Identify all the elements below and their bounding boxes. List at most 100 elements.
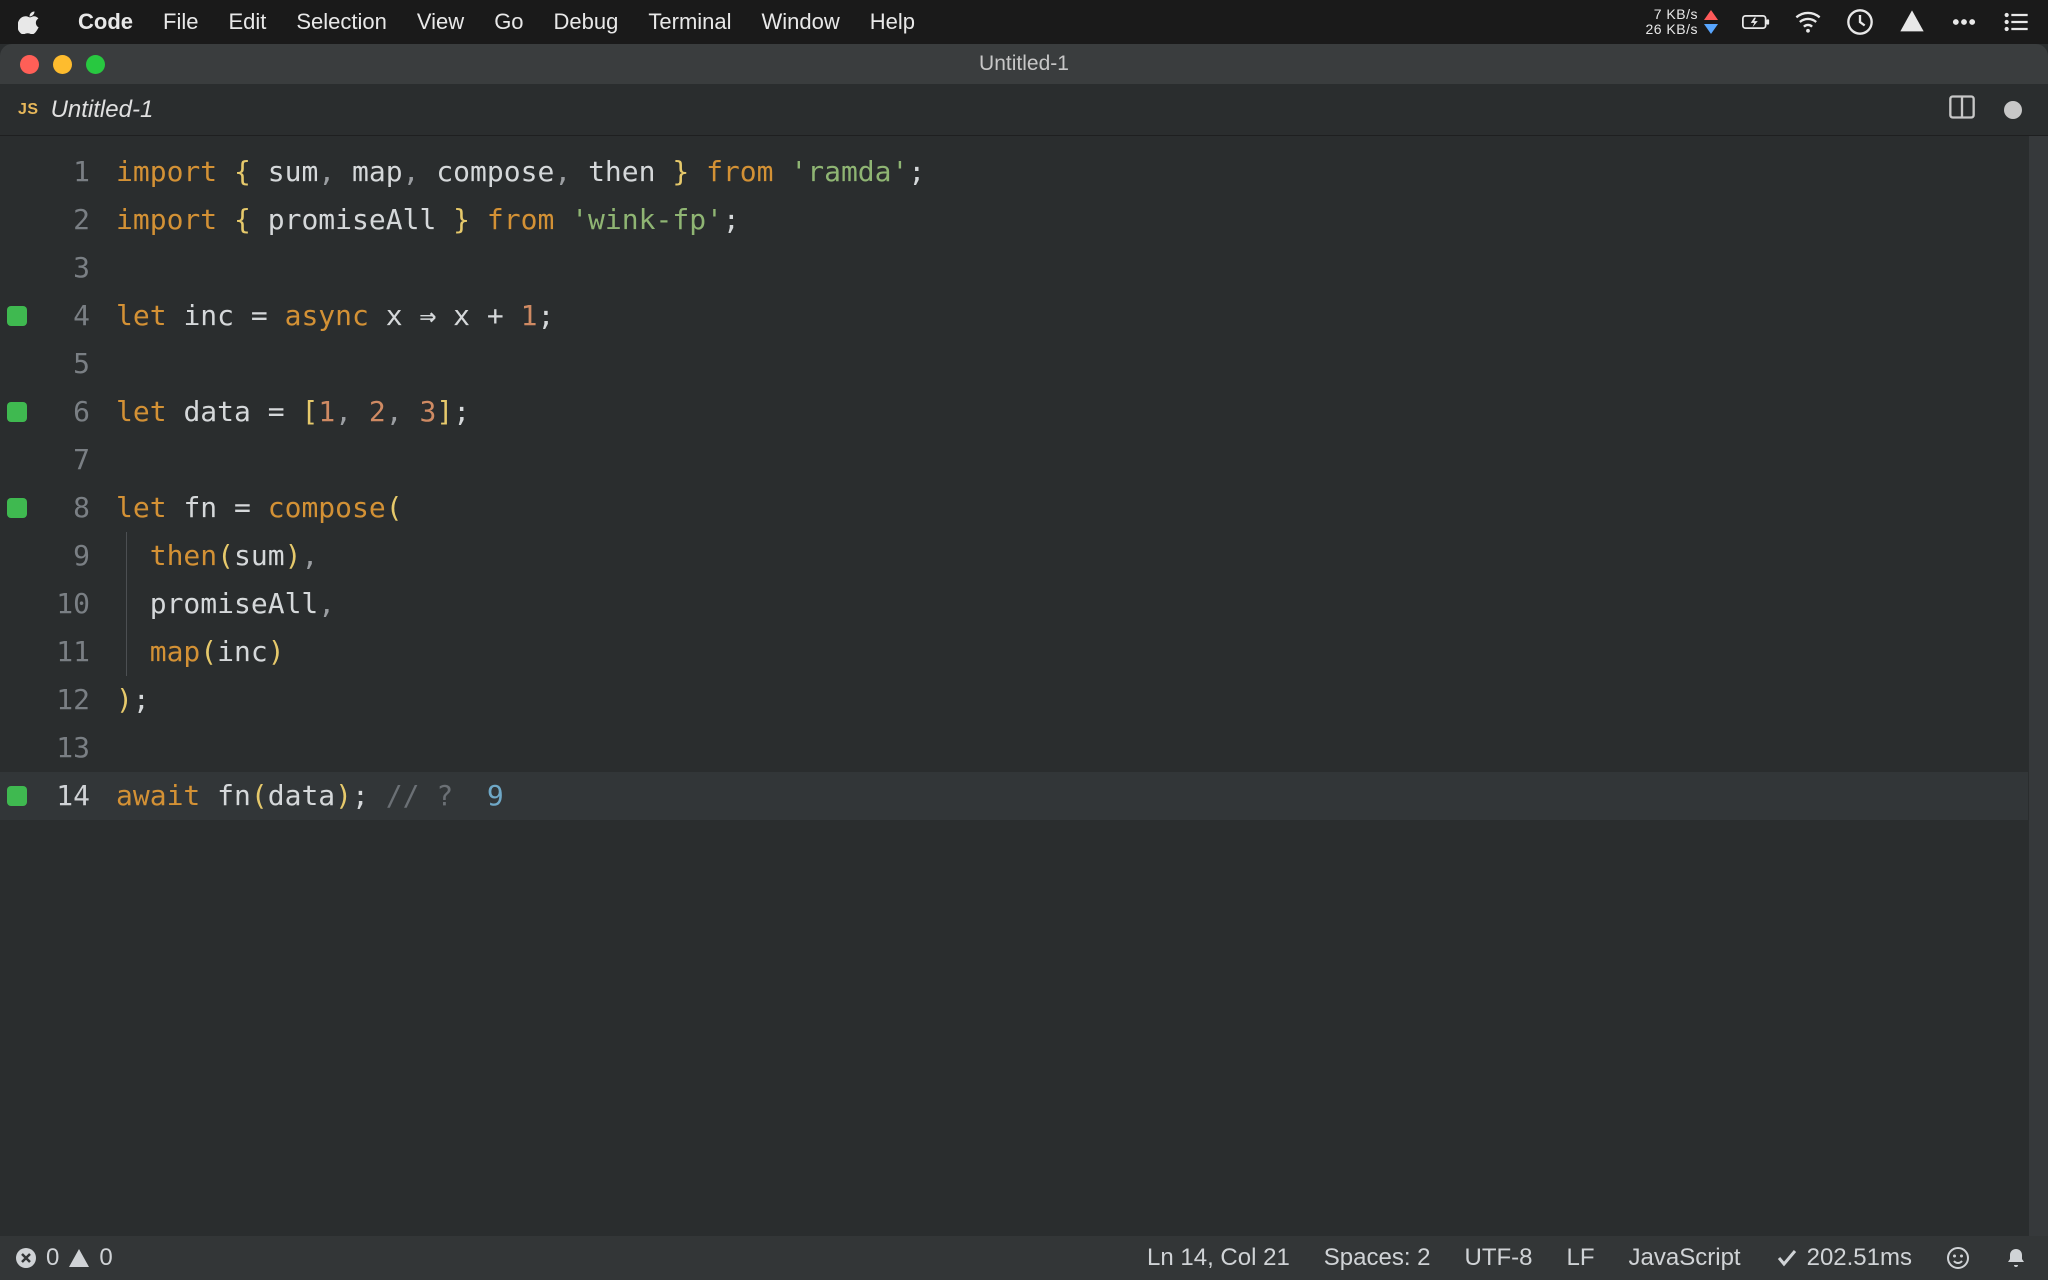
net-up-label: 7 KB/s [1654,7,1698,22]
line-number: 13 [34,724,116,772]
menu-dots-icon[interactable] [1950,8,1978,36]
status-warnings[interactable]: 0 [67,1244,112,1272]
line-number: 1 [34,148,116,196]
vscode-window: Untitled-1 JS Untitled-1 1import { sum, … [0,44,2048,1280]
line-number: 7 [34,436,116,484]
code-content[interactable]: then(sum), [116,532,318,580]
code-line[interactable]: 12); [0,676,2028,724]
window-titlebar[interactable]: Untitled-1 [0,44,2048,84]
line-number: 8 [34,484,116,532]
code-editor[interactable]: 1import { sum, map, compose, then } from… [0,136,2028,1236]
warning-count: 0 [99,1244,112,1272]
gutter-marker [0,402,34,422]
editor-tabbar: JS Untitled-1 [0,84,2048,136]
code-content[interactable]: promiseAll, [116,580,335,628]
menu-view[interactable]: View [417,9,464,35]
js-badge-icon: JS [18,101,39,119]
line-number: 14 [34,772,116,820]
statusbar: 0 0 Ln 14, Col 21 Spaces: 2 UTF-8 LF Jav… [0,1236,2048,1280]
indent-guide [126,580,127,628]
dirty-indicator-icon[interactable] [2004,101,2022,119]
editor-tab-untitled[interactable]: JS Untitled-1 [0,84,175,135]
clock-icon[interactable] [1846,8,1874,36]
line-number: 11 [34,628,116,676]
status-feedback-icon[interactable] [1946,1246,1970,1270]
timing-value: 202.51ms [1807,1244,1912,1272]
code-line[interactable]: 6let data = [1, 2, 3]; [0,388,2028,436]
line-number: 5 [34,340,116,388]
breakpoint-icon[interactable] [7,498,27,518]
menu-go[interactable]: Go [494,9,523,35]
menu-file[interactable]: File [163,9,198,35]
code-content[interactable]: import { sum, map, compose, then } from … [116,148,925,196]
code-line[interactable]: 4let inc = async x ⇒ x + 1; [0,292,2028,340]
status-eol[interactable]: LF [1567,1244,1595,1272]
window-close-button[interactable] [20,55,39,74]
breakpoint-icon[interactable] [7,306,27,326]
net-down-label: 26 KB/s [1645,22,1698,37]
status-errors[interactable]: 0 [14,1244,59,1272]
gutter-marker [0,498,34,518]
menu-terminal[interactable]: Terminal [648,9,731,35]
code-content[interactable]: ); [116,676,150,724]
code-line[interactable]: 3 [0,244,2028,292]
code-content[interactable]: import { promiseAll } from 'wink-fp'; [116,196,740,244]
code-line[interactable]: 8let fn = compose( [0,484,2028,532]
upload-icon [1704,10,1718,20]
breakpoint-icon[interactable] [7,786,27,806]
line-number: 4 [34,292,116,340]
line-number: 2 [34,196,116,244]
line-number: 12 [34,676,116,724]
editor-area: 1import { sum, map, compose, then } from… [0,136,2048,1236]
menu-window[interactable]: Window [762,9,840,35]
battery-icon[interactable] [1742,8,1770,36]
gutter-marker [0,306,34,326]
apple-logo-icon[interactable] [18,10,42,34]
menu-debug[interactable]: Debug [554,9,619,35]
menu-help[interactable]: Help [870,9,915,35]
status-bell-icon[interactable] [2004,1246,2028,1270]
network-stats[interactable]: 7 KB/s 26 KB/s [1645,7,1718,36]
gutter-marker [0,786,34,806]
code-line[interactable]: 2import { promiseAll } from 'wink-fp'; [0,196,2028,244]
code-content[interactable]: let fn = compose( [116,484,403,532]
window-minimize-button[interactable] [53,55,72,74]
code-line[interactable]: 10 promiseAll, [0,580,2028,628]
status-language[interactable]: JavaScript [1629,1244,1741,1272]
code-line[interactable]: 14await fn(data); // ? 9 [0,772,2028,820]
code-content[interactable]: let inc = async x ⇒ x + 1; [116,292,554,340]
menu-app[interactable]: Code [78,9,133,35]
window-title: Untitled-1 [0,52,2048,76]
spotlight-icon[interactable] [1898,8,1926,36]
code-line[interactable]: 13 [0,724,2028,772]
split-editor-icon[interactable] [1948,93,1976,126]
code-content[interactable]: map(inc) [116,628,285,676]
breakpoint-icon[interactable] [7,402,27,422]
code-line[interactable]: 5 [0,340,2028,388]
menu-selection[interactable]: Selection [296,9,387,35]
tab-filename: Untitled-1 [51,96,154,124]
download-icon [1704,24,1718,34]
code-line[interactable]: 7 [0,436,2028,484]
wifi-icon[interactable] [1794,8,1822,36]
code-line[interactable]: 11 map(inc) [0,628,2028,676]
line-number: 6 [34,388,116,436]
code-content[interactable]: let data = [1, 2, 3]; [116,388,470,436]
code-line[interactable]: 1import { sum, map, compose, then } from… [0,148,2028,196]
line-number: 9 [34,532,116,580]
menu-list-icon[interactable] [2002,8,2030,36]
code-content[interactable]: await fn(data); // ? 9 [116,772,504,820]
line-number: 10 [34,580,116,628]
status-position[interactable]: Ln 14, Col 21 [1147,1244,1290,1272]
status-timing[interactable]: 202.51ms [1775,1244,1912,1272]
indent-guide [126,532,127,580]
traffic-lights [0,55,105,74]
error-count: 0 [46,1244,59,1272]
status-spaces[interactable]: Spaces: 2 [1324,1244,1431,1272]
menu-edit[interactable]: Edit [228,9,266,35]
indent-guide [126,628,127,676]
code-line[interactable]: 9 then(sum), [0,532,2028,580]
window-zoom-button[interactable] [86,55,105,74]
status-encoding[interactable]: UTF-8 [1465,1244,1533,1272]
editor-scrollbar[interactable] [2028,136,2048,1236]
